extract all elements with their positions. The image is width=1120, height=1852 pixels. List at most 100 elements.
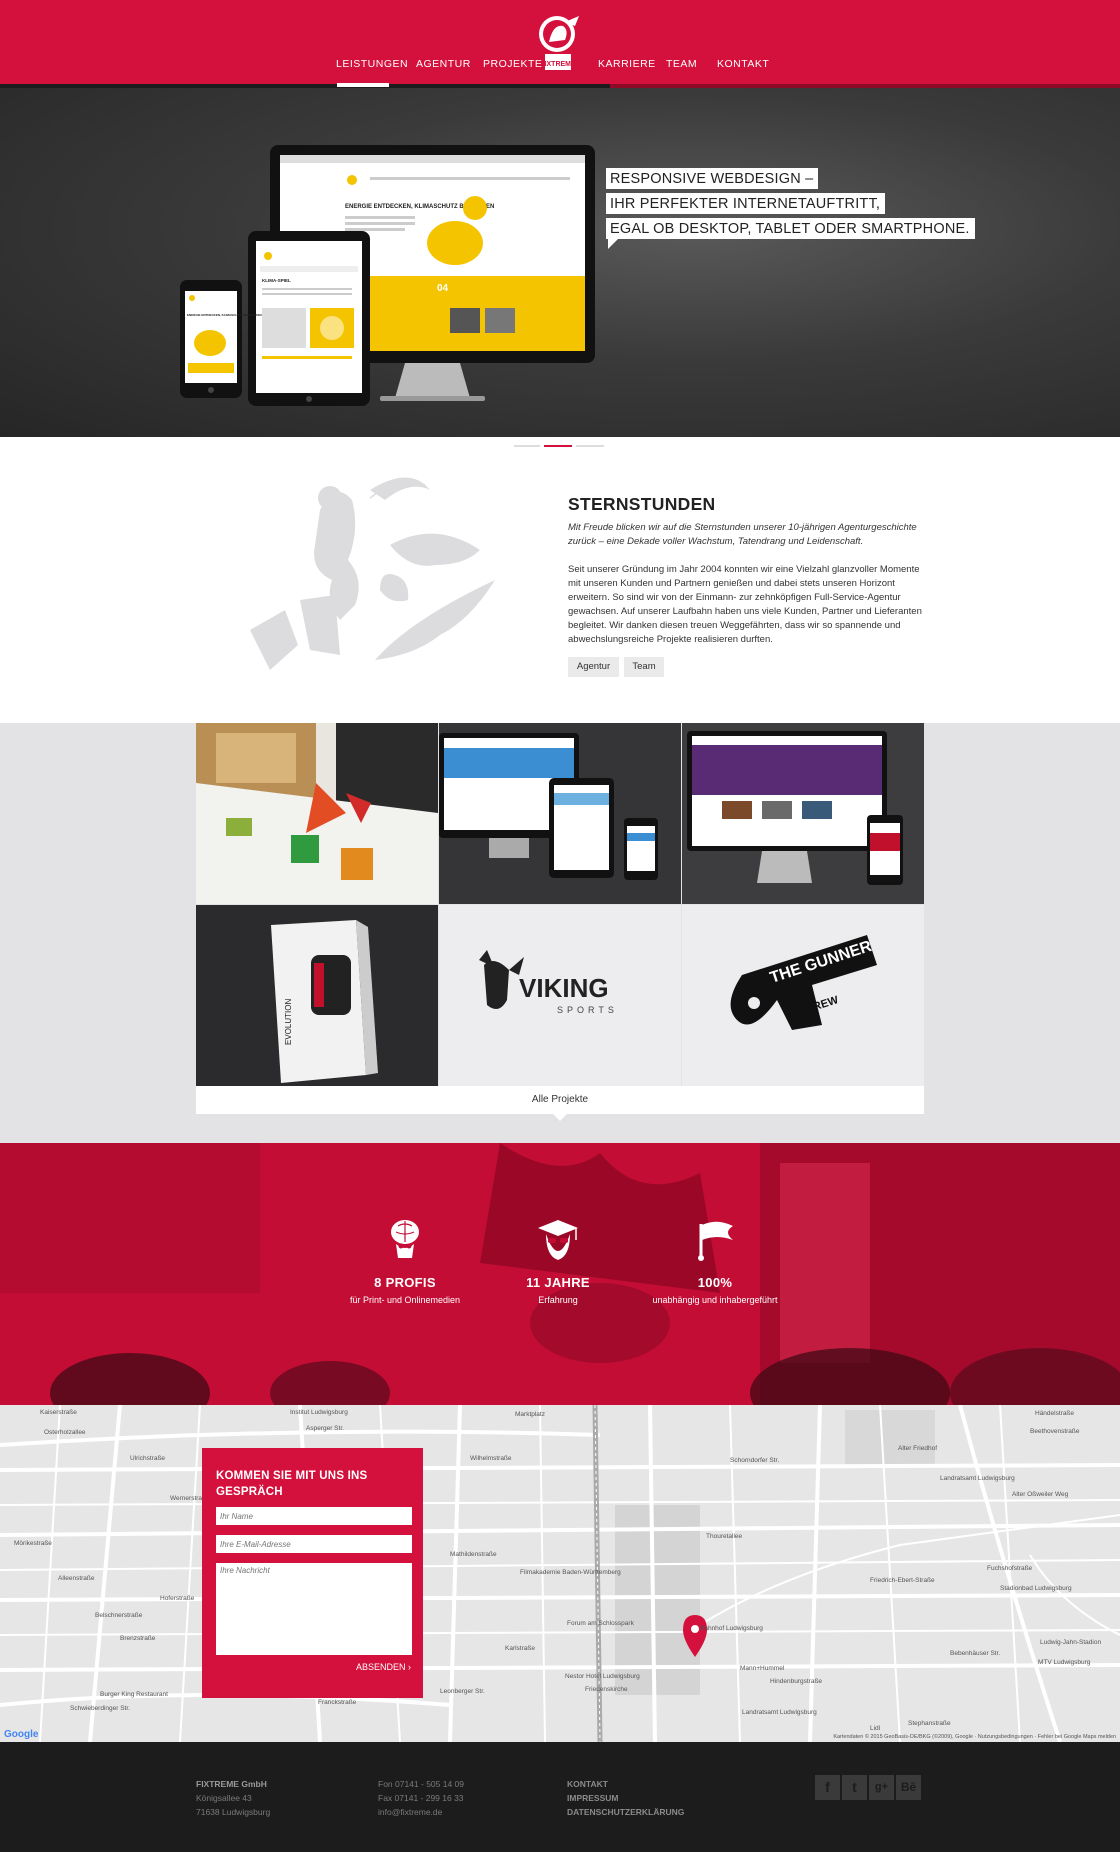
hero-devices-illustration: ENERGIE ENTDECKEN, KLIMASCHUTZ BEGREIFEN… — [180, 145, 595, 406]
viking-sub-text: SPORTS — [557, 1005, 618, 1015]
slider-dot-2[interactable] — [544, 445, 572, 447]
main-nav: LEISTUNGEN AGENTUR PROJEKTE KARRIERE TEA… — [0, 58, 1120, 78]
map-label: Burger King Restaurant — [100, 1691, 168, 1698]
submit-button[interactable]: ABSENDEN › — [356, 1662, 411, 1672]
map-label: Alleenstraße — [58, 1575, 95, 1582]
stat-jahre-value: 11 JAHRE — [526, 1275, 590, 1290]
footer-street: Königsallee 43 — [196, 1793, 252, 1803]
tablet-heading: KLIMA-SPIEL — [262, 278, 291, 283]
sternstunden-body: Seit unserer Gründung im Jahr 2004 konnt… — [568, 564, 922, 645]
map-label: Marktplatz — [515, 1411, 545, 1418]
footer-city: 71638 Ludwigsburg — [196, 1807, 271, 1817]
stat-unabhaengig-label: unabhängig und inhabergeführt — [652, 1295, 778, 1305]
nav-agentur[interactable]: AGENTUR — [416, 58, 471, 70]
map-label: Leonberger Str. — [440, 1688, 485, 1695]
map-label: Wilhelmstraße — [470, 1455, 512, 1462]
flag-icon — [698, 1221, 733, 1261]
map-label: Institut Ludwigsburg — [290, 1409, 348, 1416]
map-label: Forum am Schlosspark — [567, 1620, 634, 1627]
slogan-line-2: IHR PERFEKTER INTERNETAUFTRITT, — [606, 193, 886, 214]
project-tile-gunner[interactable]: THE GUNNER CREW — [682, 905, 924, 1086]
stat-jahre-label: Erfahrung — [538, 1295, 578, 1305]
map-label: Asperger Str. — [306, 1425, 344, 1432]
map-label: Bahnhof Ludwigsburg — [700, 1625, 763, 1632]
stat-profis-label: für Print- und Onlinemedien — [349, 1295, 461, 1305]
stat-unabhaengig: 100% unabhängig und inhabergeführt — [640, 1218, 790, 1305]
project-tile-responsive-1[interactable] — [439, 723, 681, 904]
map-label: Osterholzallee — [44, 1429, 86, 1436]
sternstunden-title: STERNSTUNDEN — [568, 494, 716, 514]
map-label: Nestor Hotel Ludwigsburg — [565, 1673, 640, 1680]
footer-email-link[interactable]: info@fixtreme.de — [378, 1807, 442, 1817]
map-label: Filmakademie Baden-Württemberg — [520, 1569, 621, 1576]
message-field[interactable] — [216, 1563, 412, 1655]
box-text: EVOLUTION — [284, 999, 293, 1045]
nav-projekte[interactable]: PROJEKTE — [483, 58, 542, 70]
project-tile-responsive-2[interactable] — [682, 723, 924, 904]
project-tile-print[interactable] — [196, 723, 438, 904]
map-label: Mann+Hummel — [740, 1665, 785, 1672]
map-attribution[interactable]: Kartendaten © 2015 GeoBasis-DE/BKG (©200… — [833, 1734, 1116, 1740]
slider-dot-3[interactable] — [576, 445, 604, 447]
nav-karriere[interactable]: KARRIERE — [598, 58, 656, 70]
hero-slider: ENERGIE ENTDECKEN, KLIMASCHUTZ BEGREIFEN… — [0, 88, 1120, 437]
project-tile-viking[interactable]: VIKING SPORTS — [439, 905, 681, 1086]
map-label: Hoferstraße — [160, 1595, 195, 1602]
all-projects-button[interactable]: Alle Projekte — [196, 1086, 924, 1114]
slider-pagination — [514, 445, 606, 448]
viking-logo-text: VIKING — [519, 973, 609, 1003]
map-label: MTV Ludwigsburg — [1038, 1659, 1091, 1666]
footer-link-impressum[interactable]: IMPRESSUM — [567, 1791, 684, 1805]
map-label: Mathildenstraße — [450, 1551, 497, 1558]
nav-team[interactable]: TEAM — [666, 58, 697, 70]
map-label: Lidl — [870, 1725, 881, 1732]
footer-contact-info: Fon 07141 - 505 14 09 Fax 07141 - 299 16… — [378, 1777, 464, 1819]
map-label: Brenzstraße — [120, 1635, 156, 1642]
nav-kontakt[interactable]: KONTAKT — [717, 58, 769, 70]
footer-link-datenschutz[interactable]: DATENSCHUTZERKLÄRUNG — [567, 1805, 684, 1819]
facebook-icon[interactable]: f — [815, 1775, 840, 1800]
sternstunden-intro: Mit Freude blicken wir auf die Sternstun… — [568, 522, 917, 547]
name-field[interactable] — [216, 1507, 412, 1525]
stat-profis: 8 PROFIS für Print- und Onlinemedien — [330, 1218, 480, 1305]
footer-fax: Fax 07141 - 299 16 33 — [378, 1793, 464, 1803]
nav-leistungen[interactable]: LEISTUNGEN — [336, 58, 408, 70]
map-label: Stephanstraße — [908, 1720, 951, 1727]
contact-title: KOMMEN SIE MIT UNS INS GESPRÄCH — [216, 1470, 368, 1498]
map-label: Alter Friedhof — [898, 1445, 938, 1452]
map-label: Ulrichstraße — [130, 1455, 166, 1462]
map-label: Stadionbad Ludwigsburg — [1000, 1585, 1072, 1592]
map-label: Kaiserstraße — [40, 1409, 77, 1416]
email-field[interactable] — [216, 1535, 412, 1553]
footer-link-kontakt[interactable]: KONTAKT — [567, 1777, 684, 1791]
slogan-line-1: RESPONSIVE WEBDESIGN – — [606, 168, 819, 189]
map-label: Schorndorfer Str. — [730, 1457, 780, 1464]
speech-tail — [608, 239, 618, 249]
googleplus-icon[interactable]: g+ — [869, 1775, 894, 1800]
twitter-icon[interactable]: t — [842, 1775, 867, 1800]
slogan-line-3: EGAL OB DESKTOP, TABLET ODER SMARTPHONE. — [606, 218, 975, 239]
chevron-right-icon: › — [408, 1662, 411, 1672]
slider-dot-1[interactable] — [514, 445, 540, 447]
project-tile-packaging[interactable]: EVOLUTION — [196, 905, 438, 1086]
map-label: Bebenhäuser Str. — [950, 1650, 1001, 1657]
behance-icon[interactable]: Bē — [896, 1775, 921, 1800]
team-button[interactable]: Team — [624, 657, 664, 677]
stat-unabhaengig-value: 100% — [697, 1275, 733, 1290]
map-label: Händelstraße — [1035, 1410, 1075, 1417]
screen-date: 04 — [437, 283, 449, 294]
sternstunden-illustration — [250, 477, 495, 670]
map-label: Hindenburgstraße — [770, 1678, 823, 1685]
map-label: Beethovenstraße — [1030, 1428, 1080, 1435]
map-label: Friedenskirche — [585, 1686, 628, 1693]
location-map[interactable]: Kaiserstraße Osterholzallee Asperger Str… — [0, 1405, 1120, 1742]
all-projects-arrow — [553, 1114, 567, 1121]
stat-profis-value: 8 PROFIS — [374, 1275, 436, 1290]
footer-address: FIXTREME GmbH Königsallee 43 71638 Ludwi… — [196, 1777, 270, 1819]
agentur-button[interactable]: Agentur — [568, 657, 619, 677]
map-label: Ludwig-Jahn-Stadion — [1040, 1639, 1102, 1646]
footer-company: FIXTREME GmbH — [196, 1779, 267, 1789]
map-label: Fuchshofstraße — [987, 1565, 1033, 1572]
contact-form: KOMMEN SIE MIT UNS INS GESPRÄCH ABSENDEN… — [202, 1448, 423, 1698]
submit-label: ABSENDEN — [355, 1662, 406, 1672]
